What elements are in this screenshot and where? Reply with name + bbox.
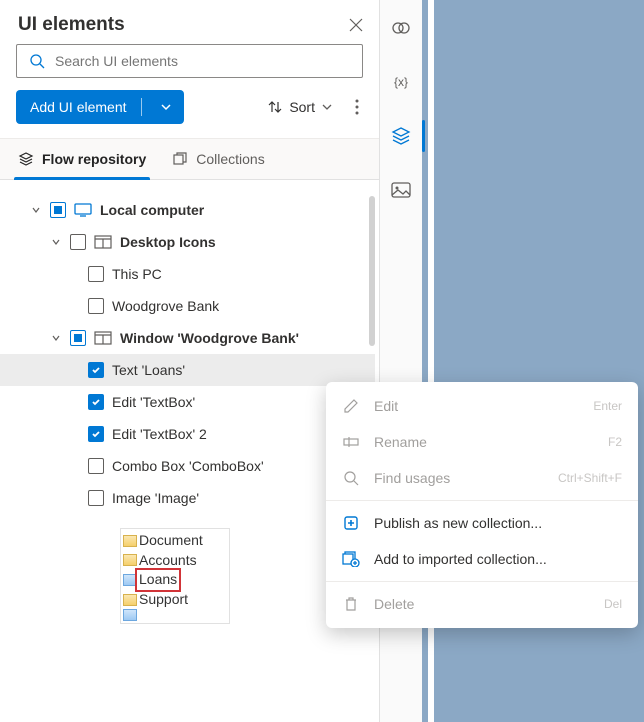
elements-tree: Local computer Desktop Icons This PC Woo… [0,180,379,722]
trash-icon [342,596,360,612]
sort-label: Sort [289,99,315,115]
tab-label: Flow repository [42,151,146,167]
add-ui-element-button[interactable]: Add UI element [16,90,184,124]
ctx-accel: Enter [593,399,622,413]
add-collection-icon [342,551,360,567]
checkbox[interactable] [88,490,104,506]
monitor-icon [74,203,92,217]
tab-bar: Flow repository Collections [0,138,379,180]
checkbox[interactable] [70,234,86,250]
preview-line: Document [139,531,203,551]
node-label: Edit 'TextBox' 2 [112,426,207,442]
tree-node-desktop-icons[interactable]: Desktop Icons [0,226,375,258]
edit-icon [342,398,360,414]
node-label: This PC [112,266,162,282]
rail-images-icon[interactable] [380,170,422,210]
ctx-add-to-collection[interactable]: Add to imported collection... [326,541,638,577]
ctx-publish-collection[interactable]: Publish as new collection... [326,505,638,541]
tree-node-combobox[interactable]: Combo Box 'ComboBox' [0,450,375,482]
checkbox[interactable] [88,362,104,378]
checkbox[interactable] [50,202,66,218]
window-icon [94,331,112,345]
tab-flow-repository[interactable]: Flow repository [14,139,150,179]
tab-collections[interactable]: Collections [168,139,268,179]
collections-icon [172,151,188,167]
svg-text:{x}: {x} [394,75,408,89]
tree-node-image[interactable]: Image 'Image' [0,482,375,514]
ctx-rename: Rename F2 [326,424,638,460]
checkbox[interactable] [88,266,104,282]
separator [326,581,638,582]
ctx-label: Publish as new collection... [374,515,622,531]
node-label: Combo Box 'ComboBox' [112,458,264,474]
ctx-delete: Delete Del [326,586,638,622]
rail-copilot-icon[interactable] [380,8,422,48]
search-input[interactable] [16,44,363,78]
rename-icon [342,434,360,450]
add-button-label: Add UI element [30,99,127,115]
checkbox[interactable] [88,458,104,474]
checkbox[interactable] [88,298,104,314]
ctx-label: Rename [374,434,594,450]
node-label: Window 'Woodgrove Bank' [120,330,299,346]
tree-node-this-pc[interactable]: This PC [0,258,375,290]
node-label: Image 'Image' [112,490,199,506]
ctx-label: Delete [374,596,590,612]
layers-icon [18,151,34,167]
rail-variables-icon[interactable]: {x} [380,62,422,102]
node-label: Edit 'TextBox' [112,394,195,410]
ctx-find-usages: Find usages Ctrl+Shift+F [326,460,638,496]
chevron-down-icon[interactable] [30,205,42,215]
more-options-button[interactable] [347,93,367,121]
tree-node-window-woodgrove[interactable]: Window 'Woodgrove Bank' [0,322,375,354]
panel-header: UI elements [0,0,379,44]
chevron-down-icon[interactable] [50,333,62,343]
node-label: Desktop Icons [120,234,216,250]
plus-box-icon [342,515,360,531]
node-label: Local computer [100,202,204,218]
chevron-down-icon[interactable] [50,237,62,247]
element-preview: Document Accounts Loans Support [0,514,375,644]
chevron-down-icon [321,101,333,113]
tree-node-text-loans[interactable]: Text 'Loans' [0,354,375,386]
checkbox[interactable] [88,426,104,442]
sort-icon [267,99,283,115]
rail-ui-elements-icon[interactable] [380,116,422,156]
node-label: Woodgrove Bank [112,298,219,314]
close-icon[interactable] [349,18,363,32]
sort-button[interactable]: Sort [261,93,339,121]
tree-node-edit-textbox-2[interactable]: Edit 'TextBox' 2 [0,418,375,450]
node-label: Text 'Loans' [112,362,185,378]
ctx-accel: Ctrl+Shift+F [558,471,622,485]
ctx-label: Find usages [374,470,544,486]
preview-line: Support [139,590,188,610]
checkbox[interactable] [88,394,104,410]
search-icon [342,470,360,486]
ctx-label: Add to imported collection... [374,551,622,567]
separator [326,500,638,501]
page-title: UI elements [18,14,125,36]
tab-label: Collections [196,151,264,167]
checkbox[interactable] [70,330,86,346]
ctx-label: Edit [374,398,579,414]
ctx-edit: Edit Enter [326,388,638,424]
chevron-down-icon[interactable] [152,101,180,113]
search-field[interactable] [55,53,350,69]
context-menu: Edit Enter Rename F2 Find usages Ctrl+Sh… [326,382,638,628]
preview-highlighted: Loans [139,570,177,590]
tree-node-woodgrove-bank[interactable]: Woodgrove Bank [0,290,375,322]
ctx-accel: Del [604,597,622,611]
tree-node-edit-textbox[interactable]: Edit 'TextBox' [0,386,375,418]
window-icon [94,235,112,249]
ctx-accel: F2 [608,435,622,449]
tree-node-local-computer[interactable]: Local computer [0,194,375,226]
search-icon [29,53,45,69]
